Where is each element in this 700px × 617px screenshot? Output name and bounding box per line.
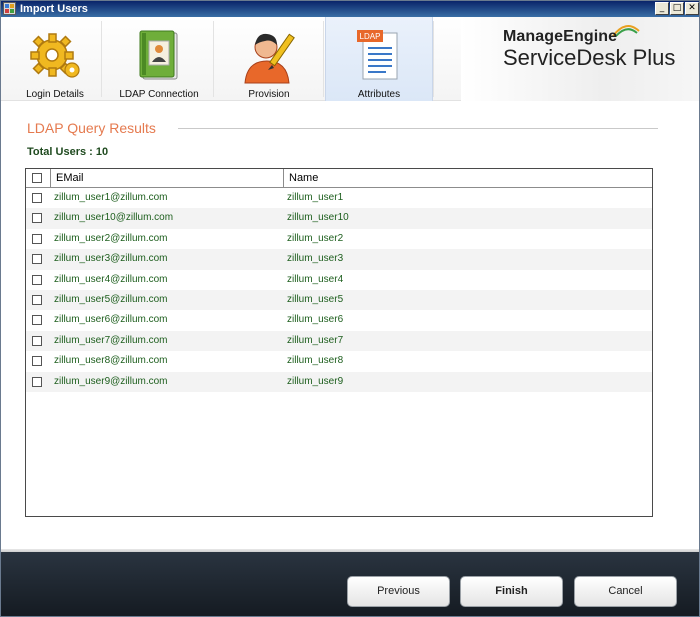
row-checkbox[interactable] <box>32 335 42 346</box>
cell-email: zillum_user1@zillum.com <box>54 192 168 203</box>
table-row[interactable]: zillum_user5@zillum.com zillum_user5 <box>26 289 652 311</box>
cell-name: zillum_user3 <box>287 253 344 265</box>
cell-email: zillum_user5@zillum.com <box>54 293 168 305</box>
table-row[interactable]: zillum_user6@zillum.com zillum_user6 <box>26 310 652 330</box>
brand-company: ManageEngine <box>503 28 618 45</box>
results-table: EMail Name zillum_user1@zillum.com zillum… <box>25 168 653 517</box>
import-users-window: Import Users _ □ ✕ Login Details LDAP Co… <box>0 0 700 617</box>
tab-provision[interactable]: Provision <box>215 17 323 101</box>
finish-button[interactable]: Finish <box>460 576 563 607</box>
wizard-header: Login Details LDAP Connection Provision … <box>1 17 699 101</box>
cell-email: zillum_user8@zillum.com <box>54 355 168 367</box>
row-checkbox[interactable] <box>32 213 42 224</box>
row-checkbox[interactable] <box>32 315 42 326</box>
cell-email: zillum_user7@zillum.com <box>54 334 168 346</box>
cell-email: zillum_user10@zillum.com <box>54 212 174 224</box>
table-row[interactable]: zillum_user4@zillum.com zillum_user4 <box>26 270 652 290</box>
tab-divider <box>213 21 214 97</box>
row-checkbox[interactable] <box>32 233 42 244</box>
table-header: EMail Name <box>26 169 652 188</box>
brand-logo: ManageEngine ServiceDesk Plus <box>461 17 699 101</box>
table-row[interactable]: zillum_user10@zillum.com zillum_user10 <box>26 208 652 229</box>
title-bar[interactable]: Import Users _ □ ✕ <box>1 1 699 17</box>
column-header-name[interactable]: Name <box>289 172 318 184</box>
cell-name: zillum_user4 <box>287 273 344 285</box>
total-users-label: Total Users : 10 <box>27 146 109 158</box>
tab-login-details[interactable]: Login Details <box>1 17 109 101</box>
table-row[interactable]: zillum_user7@zillum.com zillum_user7 <box>26 330 652 352</box>
tab-ldap-connection[interactable]: LDAP Connection <box>105 17 213 101</box>
cell-name: zillum_user8 <box>287 355 344 367</box>
table-row[interactable]: zillum_user2@zillum.com zillum_user2 <box>26 229 652 249</box>
cell-name: zillum_user2 <box>287 232 344 244</box>
row-checkbox[interactable] <box>32 254 42 265</box>
previous-button[interactable]: Previous <box>347 576 450 607</box>
app-icon <box>3 2 16 15</box>
maximize-button[interactable]: □ <box>670 2 684 15</box>
cell-email: zillum_user6@zillum.com <box>54 314 168 326</box>
cell-name: zillum_user7 <box>287 334 344 346</box>
row-checkbox[interactable] <box>32 376 42 387</box>
minimize-button[interactable]: _ <box>655 2 669 15</box>
tab-divider <box>433 21 434 97</box>
row-checkbox[interactable] <box>32 274 42 285</box>
brand-product: ServiceDesk Plus <box>503 45 676 70</box>
column-header-email[interactable]: EMail <box>56 172 84 184</box>
tab-label: Provision <box>248 89 290 100</box>
row-checkbox[interactable] <box>32 356 42 367</box>
address-book-icon <box>139 30 178 80</box>
window-title: Import Users <box>20 3 88 15</box>
user-edit-icon <box>244 33 295 84</box>
table-row[interactable]: zillum_user1@zillum.com zillum_user1 <box>26 188 652 208</box>
cell-name: zillum_user5 <box>287 293 344 305</box>
cell-name: zillum_user10 <box>287 212 349 224</box>
table-row[interactable]: zillum_user3@zillum.com zillum_user3 <box>26 249 652 270</box>
tab-divider <box>323 21 324 97</box>
tab-attributes[interactable]: LDAP Attributes <box>325 17 433 101</box>
cell-name: zillum_user9 <box>287 375 344 387</box>
tab-label: Attributes <box>357 89 401 100</box>
footer-bar: Previous Finish Cancel <box>1 552 699 616</box>
row-checkbox[interactable] <box>32 193 42 203</box>
cell-email: zillum_user3@zillum.com <box>54 253 168 265</box>
tab-label: Login Details <box>26 89 84 100</box>
cell-name: zillum_user6 <box>287 314 344 326</box>
cell-email: zillum_user4@zillum.com <box>54 273 168 285</box>
cell-name: zillum_user1 <box>287 192 344 203</box>
ldap-badge: LDAP <box>360 32 381 41</box>
column-divider[interactable] <box>283 169 284 187</box>
gear-icon <box>30 33 80 78</box>
tab-divider <box>101 21 102 97</box>
table-row[interactable]: zillum_user8@zillum.com zillum_user8 <box>26 351 652 371</box>
row-checkbox[interactable] <box>32 294 42 305</box>
section-divider <box>178 128 658 129</box>
cell-email: zillum_user2@zillum.com <box>54 232 168 244</box>
tab-label: LDAP Connection <box>119 89 199 100</box>
column-divider[interactable] <box>50 169 51 187</box>
close-button[interactable]: ✕ <box>685 2 699 15</box>
cell-email: zillum_user9@zillum.com <box>54 375 168 387</box>
cancel-button[interactable]: Cancel <box>574 576 677 607</box>
select-all-checkbox[interactable] <box>32 173 42 183</box>
section-title: LDAP Query Results <box>27 120 156 136</box>
table-body: zillum_user1@zillum.com zillum_user1 zillu… <box>26 188 652 392</box>
ldap-document-icon: LDAP <box>357 30 398 80</box>
table-row[interactable]: zillum_user9@zillum.com zillum_user9 <box>26 371 652 392</box>
